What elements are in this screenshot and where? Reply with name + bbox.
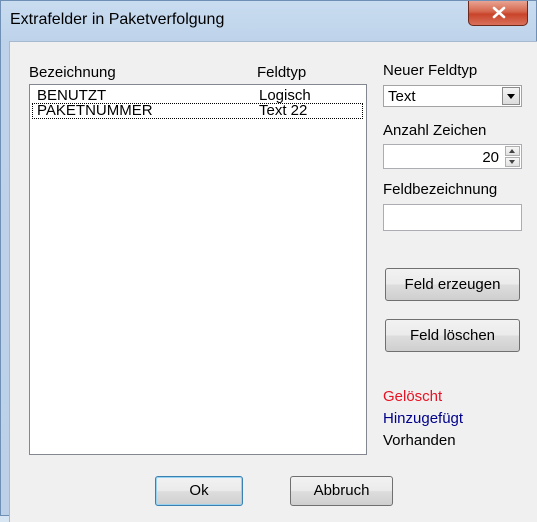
close-button[interactable] bbox=[468, 1, 528, 26]
list-item[interactable]: PAKETNUMMER Text 22 bbox=[32, 103, 363, 119]
spin-up-icon[interactable] bbox=[505, 146, 520, 156]
window-title: Extrafelder in Paketverfolgung bbox=[10, 11, 225, 28]
list-item-type: Text 22 bbox=[259, 102, 308, 119]
field-type-select[interactable]: Text bbox=[383, 85, 522, 107]
legend-added: Hinzugefügt bbox=[383, 410, 464, 427]
spin-down-icon[interactable] bbox=[505, 157, 520, 167]
field-name-label: Feldbezeichnung bbox=[383, 181, 498, 198]
dialog-client-area: Bezeichnung Feldtyp BENUTZT Logisch PAKE… bbox=[9, 41, 537, 522]
create-field-button[interactable]: Feld erzeugen bbox=[385, 268, 520, 301]
legend-deleted: Gelöscht bbox=[383, 388, 443, 405]
close-icon bbox=[492, 6, 506, 19]
char-count-label: Anzahl Zeichen bbox=[383, 122, 487, 139]
legend-existing: Vorhanden bbox=[383, 432, 456, 449]
new-type-label: Neuer Feldtyp bbox=[383, 62, 478, 79]
field-type-value: Text bbox=[388, 88, 416, 105]
column-header-type: Feldtyp bbox=[257, 64, 307, 81]
char-count-stepper[interactable]: 20 bbox=[383, 144, 522, 169]
delete-field-button[interactable]: Feld löschen bbox=[385, 319, 520, 352]
ok-button[interactable]: Ok bbox=[155, 476, 243, 506]
create-field-button-label: Feld erzeugen bbox=[404, 276, 501, 293]
fields-listbox[interactable]: BENUTZT Logisch PAKETNUMMER Text 22 bbox=[29, 84, 367, 455]
ok-button-label: Ok bbox=[189, 482, 209, 499]
dialog-window: Extrafelder in Paketverfolgung Bezeichnu… bbox=[0, 0, 537, 522]
delete-field-button-label: Feld löschen bbox=[409, 327, 496, 344]
field-name-input[interactable] bbox=[383, 204, 522, 231]
list-item-name: PAKETNUMMER bbox=[37, 102, 153, 119]
char-count-value: 20 bbox=[482, 149, 499, 166]
cancel-button[interactable]: Abbruch bbox=[290, 476, 393, 506]
cancel-button-label: Abbruch bbox=[313, 482, 370, 499]
chevron-down-icon[interactable] bbox=[502, 87, 520, 105]
column-header-name: Bezeichnung bbox=[29, 64, 116, 81]
